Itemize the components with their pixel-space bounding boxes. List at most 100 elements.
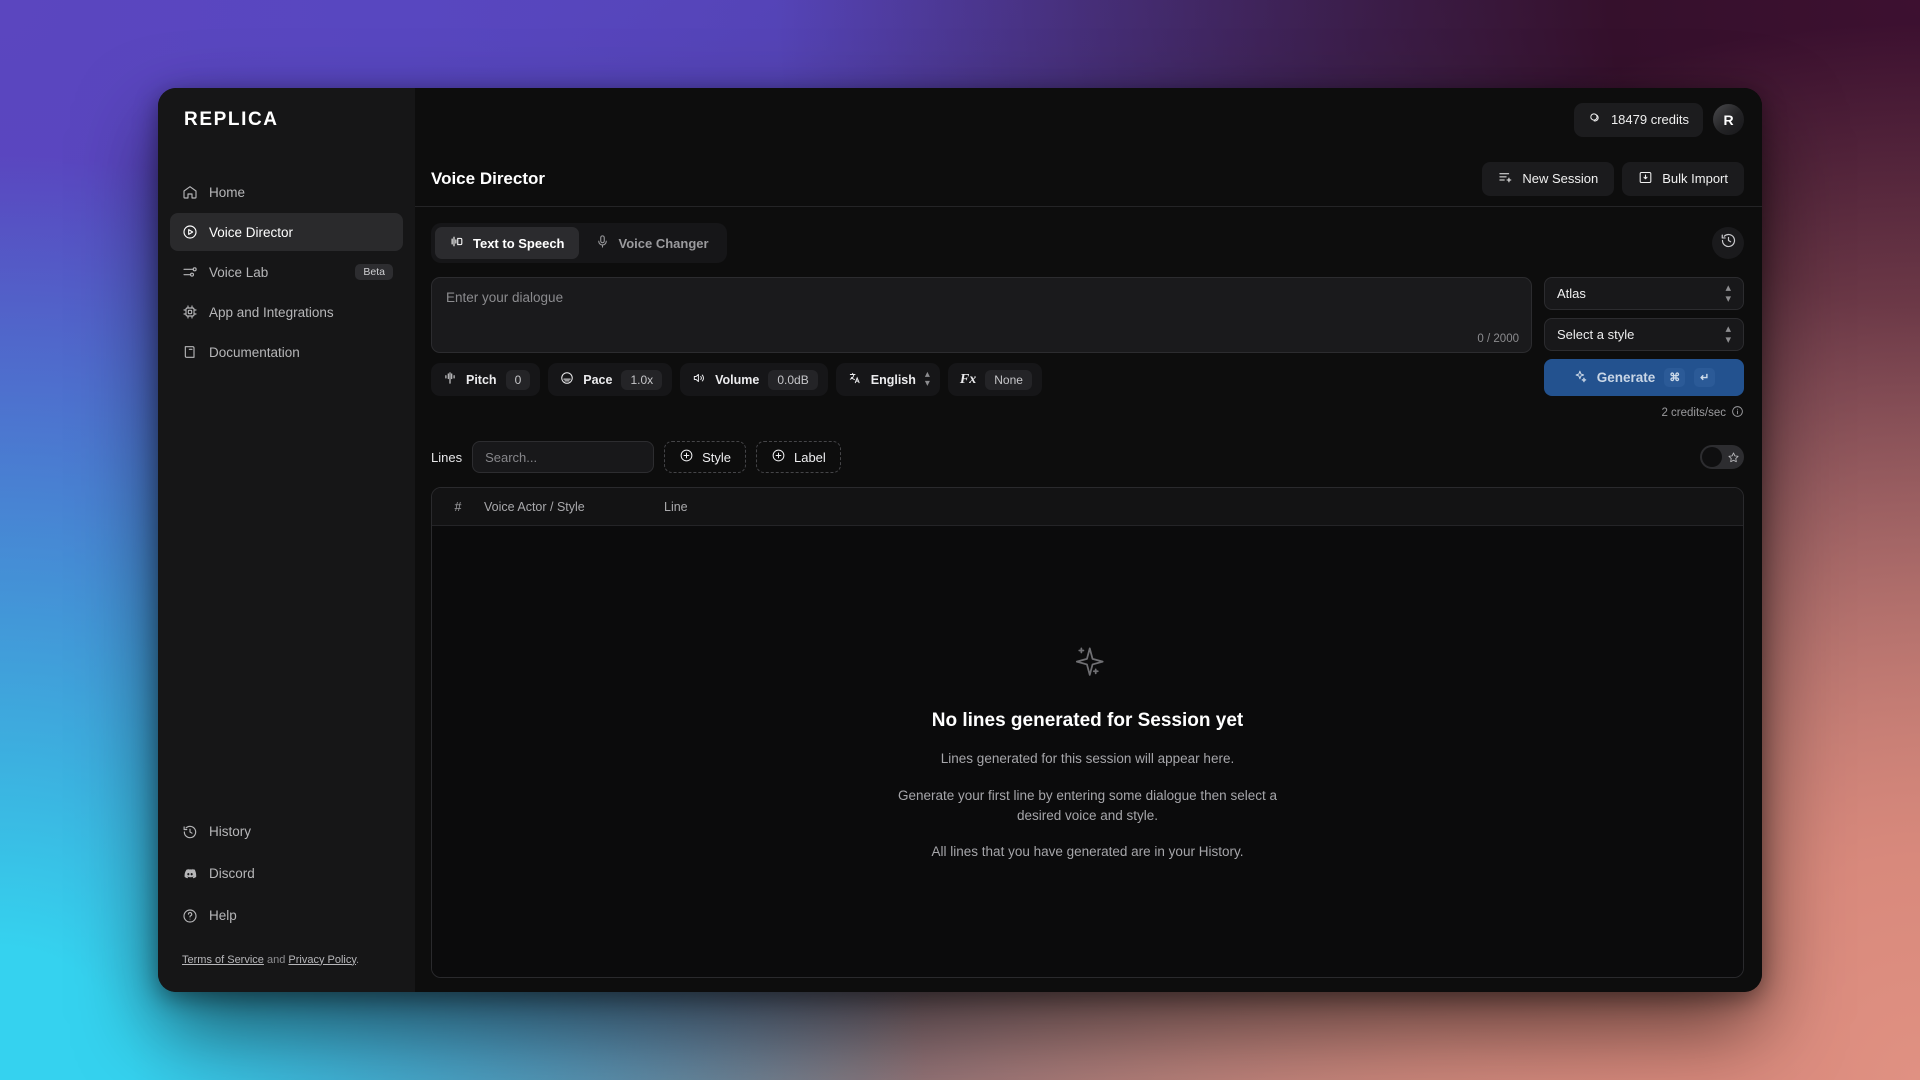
favorites-toggle[interactable] (1700, 445, 1744, 469)
sparkle-icon (1067, 641, 1109, 688)
character-counter: 0 / 2000 (1477, 333, 1519, 345)
sidebar-item-help[interactable]: Help (170, 897, 403, 935)
generate-button[interactable]: Generate ⌘ ↵ (1544, 359, 1744, 396)
credits-pill[interactable]: 18479 credits (1573, 102, 1703, 137)
sidebar-item-home[interactable]: Home (170, 173, 403, 211)
replica-logo: REPLICA (184, 108, 279, 130)
lines-toolbar-left: Lines Style Label (431, 441, 841, 473)
tab-label: Text to Speech (473, 235, 565, 251)
bulk-import-icon (1638, 170, 1653, 188)
tab-voice-changer[interactable]: Voice Changer (581, 227, 723, 259)
credits-amount: 18479 credits (1610, 112, 1689, 127)
history-clock-icon (1720, 232, 1737, 254)
desktop-backdrop: REPLICA Home Voice Director Voice Lab Be… (0, 0, 1920, 1080)
voice-select-value: Atlas (1557, 286, 1586, 301)
style-select[interactable]: Select a style ▴ ▾ (1544, 318, 1744, 351)
new-session-icon (1498, 170, 1513, 188)
beta-badge: Beta (355, 263, 393, 281)
volume-icon (692, 371, 706, 388)
top-bar: 18479 credits R (415, 88, 1762, 151)
avatar[interactable]: R (1713, 104, 1744, 135)
volume-label: Volume (715, 372, 760, 387)
sidebar-item-label: Home (209, 184, 246, 200)
voice-select[interactable]: Atlas ▴ ▾ (1544, 277, 1744, 310)
sidebar-item-label: Documentation (209, 344, 300, 360)
help-circle-icon (182, 908, 198, 924)
page-header: Voice Director New Session Bulk Import (415, 151, 1762, 207)
sidebar-item-label: Voice Director (209, 224, 294, 240)
credits-rate: 2 credits/sec (1544, 405, 1744, 421)
chevron-updown-icon: ▴ ▾ (1725, 322, 1731, 346)
main-area: 18479 credits R Voice Director New Sessi… (415, 88, 1762, 992)
column-header-voice-actor-style: Voice Actor / Style (484, 499, 585, 514)
sidebar-item-voice-lab[interactable]: Voice Lab Beta (170, 253, 403, 291)
empty-state-paragraph: Lines generated for this session will ap… (940, 751, 1235, 767)
sidebar-item-voice-director[interactable]: Voice Director (170, 213, 403, 251)
fx-value: None (985, 369, 1032, 390)
search-input[interactable] (472, 441, 655, 473)
sidebar-item-history[interactable]: History (170, 813, 403, 851)
pace-control[interactable]: Pace 1.0x (548, 363, 673, 396)
pitch-label: Pitch (466, 372, 497, 387)
pace-value: 1.0x (621, 369, 663, 390)
legal-and-text: and (263, 953, 289, 966)
empty-state-title: No lines generated for Session yet (931, 710, 1244, 732)
add-label-label: Label (793, 449, 826, 465)
plus-circle-icon (771, 448, 786, 466)
sidebar-primary-nav: Home Voice Director Voice Lab Beta App a… (158, 151, 415, 371)
empty-state-paragraph: All lines that you have generated are in… (931, 844, 1244, 860)
coins-icon (1588, 111, 1603, 129)
kbd-command: ⌘ (1664, 368, 1686, 387)
language-control[interactable]: English ▴ ▾ (835, 363, 940, 396)
chip-icon (182, 304, 198, 320)
generate-label: Generate (1596, 370, 1656, 385)
sparkle-icon (1573, 369, 1588, 387)
history-clock-icon-button[interactable] (1712, 227, 1744, 259)
pace-icon (560, 371, 574, 388)
composer-right: Atlas ▴ ▾ Select a style ▴ ▾ Generate ⌘ … (1544, 277, 1744, 421)
kbd-enter: ↵ (1694, 368, 1716, 387)
table-empty-state: No lines generated for Session yet Lines… (432, 526, 1743, 977)
tabs-row: Text to Speech Voice Changer (431, 223, 1744, 263)
brand-logo-container[interactable]: REPLICA (158, 88, 415, 151)
legal-period: . (356, 953, 360, 966)
chevron-updown-icon: ▴ ▾ (924, 369, 930, 389)
translate-icon (848, 371, 862, 388)
sidebar-item-discord[interactable]: Discord (170, 855, 403, 893)
pitch-control[interactable]: Pitch 0 (431, 363, 541, 396)
sidebar: REPLICA Home Voice Director Voice Lab Be… (158, 88, 415, 992)
sidebar-item-label: Discord (209, 866, 255, 882)
sidebar-secondary-nav: History Discord Help (158, 813, 415, 935)
sidebar-item-label: Voice Lab (209, 264, 269, 280)
new-session-label: New Session (1522, 171, 1599, 186)
microphone-icon (595, 234, 610, 252)
dialogue-placeholder: Enter your dialogue (446, 290, 564, 305)
volume-control[interactable]: Volume 0.0dB (680, 363, 828, 396)
composer-row: Enter your dialogue 0 / 2000 Pitch 0 Pac… (431, 277, 1744, 421)
composer-left: Enter your dialogue 0 / 2000 Pitch 0 Pac… (431, 277, 1532, 396)
fx-control[interactable]: Fx None (947, 363, 1042, 396)
play-circle-icon (182, 224, 198, 240)
sidebar-item-documentation[interactable]: Documentation (170, 333, 403, 371)
privacy-policy-link[interactable]: Privacy Policy (288, 954, 356, 966)
add-label-button[interactable]: Label (755, 441, 841, 473)
header-actions: New Session Bulk Import (1482, 161, 1744, 196)
new-session-button[interactable]: New Session (1482, 161, 1615, 196)
table-header-row: # Voice Actor / Style Line (432, 488, 1743, 526)
sidebar-item-label: History (209, 824, 252, 840)
sidebar-item-app-and-integrations[interactable]: App and Integrations (170, 293, 403, 331)
dialogue-input[interactable]: Enter your dialogue 0 / 2000 (431, 277, 1532, 353)
bulk-import-button[interactable]: Bulk Import (1622, 161, 1744, 196)
pitch-icon (443, 371, 457, 388)
tab-text-to-speech[interactable]: Text to Speech (435, 227, 579, 259)
sliders-icon (182, 264, 198, 280)
add-style-button[interactable]: Style (664, 441, 746, 473)
column-header-index: # (454, 499, 462, 514)
mode-tabs: Text to Speech Voice Changer (431, 223, 727, 263)
language-label: English (870, 372, 916, 387)
bulk-import-label: Bulk Import (1662, 171, 1728, 186)
pace-label: Pace (583, 372, 613, 387)
info-icon[interactable] (1731, 405, 1744, 421)
terms-of-service-link[interactable]: Terms of Service (182, 954, 264, 966)
